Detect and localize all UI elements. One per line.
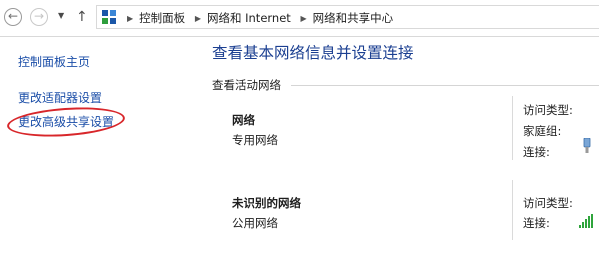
ethernet-icon[interactable] [583,138,591,154]
breadcrumb-control-panel[interactable]: 控制面板 [139,11,185,25]
section-heading-active-networks: 查看活动网络 [212,78,281,92]
homegroup-label: 家庭组: [523,124,562,138]
connection-label: 连接: [523,216,550,230]
network-divider [512,180,513,240]
network-type-link[interactable]: 专用网络 [232,132,278,148]
forward-arrow-icon[interactable]: → [30,8,48,26]
connection-label: 连接: [523,145,550,159]
network-divider [512,96,513,160]
wifi-signal-icon[interactable] [579,214,595,228]
page-title: 查看基本网络信息并设置连接 [212,44,414,62]
red-annotation-circle [6,103,126,141]
network-name: 网络 [232,113,255,127]
breadcrumb-network-internet[interactable]: 网络和 Internet [207,11,291,25]
breadcrumb-separator-icon[interactable]: ▶ [127,14,133,23]
recent-locations-chevron-icon[interactable]: ▼ [58,11,64,20]
up-arrow-icon[interactable]: ↑ [76,9,88,25]
sidebar-item-control-panel-home[interactable]: 控制面板主页 [18,53,90,70]
address-bar: ← → ▼ ↑ ▶ 控制面板 ▶ 网络和 Internet ▶ 网络和共享中心 [0,0,599,37]
network-name: 未识别的网络 [232,196,301,210]
breadcrumb-network-sharing-center[interactable]: 网络和共享中心 [313,11,394,25]
breadcrumb-separator-icon[interactable]: ▶ [195,14,201,23]
back-arrow-icon[interactable]: ← [4,8,22,26]
sidebar-item-change-adapter-settings[interactable]: 更改适配器设置 [18,89,102,106]
breadcrumb-separator-icon[interactable]: ▶ [300,14,306,23]
access-type-label: 访问类型: [523,196,573,210]
control-panel-icon [102,10,116,24]
access-type-label: 访问类型: [523,103,573,117]
network-type-link[interactable]: 公用网络 [232,215,278,231]
breadcrumb: ▶ 控制面板 ▶ 网络和 Internet ▶ 网络和共享中心 [121,10,393,26]
address-field[interactable]: ▶ 控制面板 ▶ 网络和 Internet ▶ 网络和共享中心 [96,5,599,29]
section-divider [291,85,599,86]
